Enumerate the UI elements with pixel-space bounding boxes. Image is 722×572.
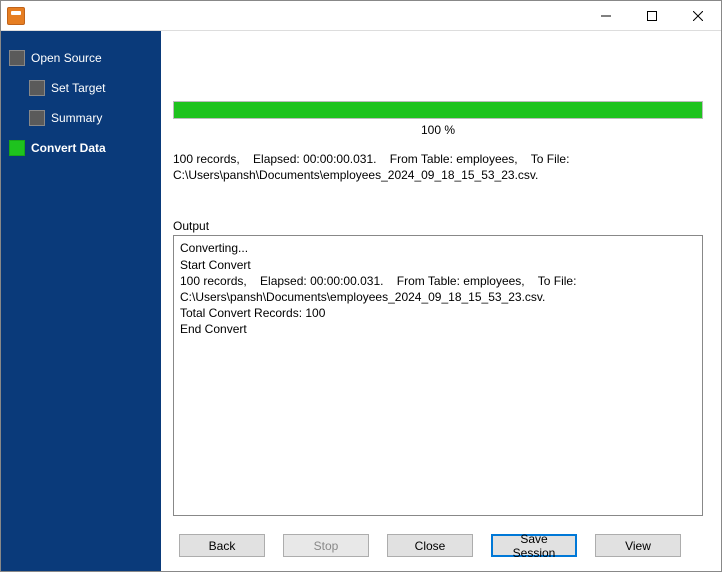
sidebar-item-open-source[interactable]: Open Source bbox=[1, 43, 161, 73]
maximize-icon bbox=[647, 11, 657, 21]
sidebar-item-label: Convert Data bbox=[31, 141, 106, 155]
close-icon bbox=[693, 11, 703, 21]
status-text: 100 records, Elapsed: 00:00:00.031. From… bbox=[173, 151, 703, 183]
minimize-icon bbox=[601, 11, 611, 21]
save-session-button[interactable]: Save Session bbox=[491, 534, 577, 557]
progress-label: 100 % bbox=[173, 123, 703, 137]
button-row: Back Stop Close Save Session View bbox=[161, 524, 721, 571]
close-button[interactable] bbox=[675, 1, 721, 30]
stop-button: Stop bbox=[283, 534, 369, 557]
progress-section: 100 % bbox=[173, 101, 703, 137]
sidebar-item-set-target[interactable]: Set Target bbox=[1, 73, 161, 103]
back-button[interactable]: Back bbox=[179, 534, 265, 557]
main: 100 % 100 records, Elapsed: 00:00:00.031… bbox=[161, 31, 721, 571]
output-label: Output bbox=[173, 219, 703, 233]
sidebar-item-summary[interactable]: Summary bbox=[1, 103, 161, 133]
sidebar-item-convert-data[interactable]: Convert Data bbox=[1, 133, 161, 163]
progress-fill bbox=[174, 102, 702, 118]
close-dialog-button[interactable]: Close bbox=[387, 534, 473, 557]
sidebar-item-label: Summary bbox=[51, 111, 102, 125]
body: Open Source Set Target Summary Convert D… bbox=[1, 31, 721, 571]
app-window: Open Source Set Target Summary Convert D… bbox=[0, 0, 722, 572]
titlebar-left bbox=[7, 7, 31, 25]
step-icon bbox=[29, 80, 45, 96]
step-icon bbox=[29, 110, 45, 126]
step-icon bbox=[9, 140, 25, 156]
titlebar bbox=[1, 1, 721, 31]
app-icon bbox=[7, 7, 25, 25]
progress-bar bbox=[173, 101, 703, 119]
minimize-button[interactable] bbox=[583, 1, 629, 30]
step-icon bbox=[9, 50, 25, 66]
content: 100 % 100 records, Elapsed: 00:00:00.031… bbox=[161, 31, 721, 524]
sidebar-item-label: Open Source bbox=[31, 51, 102, 65]
output-textarea[interactable]: Converting... Start Convert 100 records,… bbox=[173, 235, 703, 516]
window-controls bbox=[583, 1, 721, 30]
maximize-button[interactable] bbox=[629, 1, 675, 30]
sidebar-item-label: Set Target bbox=[51, 81, 105, 95]
sidebar: Open Source Set Target Summary Convert D… bbox=[1, 31, 161, 571]
view-button[interactable]: View bbox=[595, 534, 681, 557]
